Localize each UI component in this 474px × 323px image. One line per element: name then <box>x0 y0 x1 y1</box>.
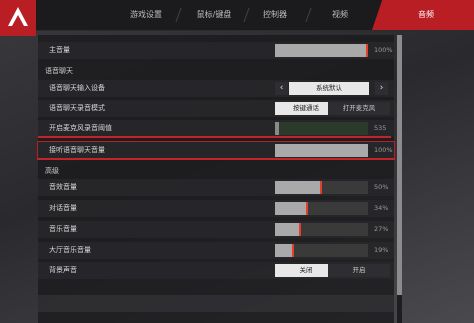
mic-threshold-slider[interactable] <box>275 122 368 135</box>
lobby-music-volume-value: 19% <box>374 246 389 254</box>
slider-fill <box>275 244 293 257</box>
background-audio-label: 背景声音 <box>49 266 77 274</box>
dialog-volume-row: 对话音量 34% <box>38 200 394 217</box>
voice-input-device-row: 语音聊天输入设备 ‹ 系统默认 › <box>38 80 394 97</box>
music-volume-value: 27% <box>374 225 389 233</box>
red-accent-line <box>38 136 391 138</box>
open-mic-button[interactable]: 打开麦克风 <box>328 102 390 115</box>
voice-input-device-label: 语音聊天输入设备 <box>49 84 105 92</box>
music-volume-row: 音乐音量 27% <box>38 221 394 238</box>
master-volume-label: 主音量 <box>49 46 70 54</box>
slider-fill <box>275 44 367 57</box>
slider-knob[interactable] <box>292 244 294 257</box>
section-advanced: 高级 <box>45 167 59 175</box>
master-volume-slider[interactable] <box>275 44 368 57</box>
app-logo <box>0 0 36 36</box>
faded-row <box>38 295 394 312</box>
prev-arrow-button[interactable]: ‹ <box>275 82 288 95</box>
slider-fill <box>275 223 300 236</box>
slider-fill <box>275 202 307 215</box>
slider-fill <box>275 122 279 135</box>
tab-mouse-keyboard[interactable]: 鼠标/键盘 <box>186 0 242 30</box>
dialog-volume-slider[interactable] <box>275 202 368 215</box>
slider-fill <box>275 144 368 157</box>
receive-volume-value: 100% <box>374 146 393 154</box>
sfx-volume-label: 音效音量 <box>49 183 77 191</box>
apex-logo-icon <box>8 7 28 26</box>
sfx-volume-slider[interactable] <box>275 181 368 194</box>
lobby-music-volume-label: 大厅音乐音量 <box>49 246 91 254</box>
sfx-volume-row: 音效音量 50% <box>38 179 394 196</box>
next-arrow-button[interactable]: › <box>375 82 388 95</box>
slider-knob[interactable] <box>320 181 322 194</box>
receive-volume-row: 接听语音聊天音量 100% <box>37 141 395 160</box>
mic-threshold-value: 535 <box>374 124 387 132</box>
tab-video[interactable]: 视频 <box>312 0 368 30</box>
lobby-music-volume-slider[interactable] <box>275 244 368 257</box>
receive-volume-slider[interactable] <box>275 144 368 157</box>
slider-knob[interactable] <box>366 44 368 57</box>
voice-record-mode-label: 语音聊天录音模式 <box>49 104 105 112</box>
sfx-volume-value: 50% <box>374 183 389 191</box>
dialog-volume-value: 34% <box>374 204 389 212</box>
scrollbar-thumb[interactable] <box>397 35 402 295</box>
background-audio-on-button[interactable]: 开启 <box>328 264 390 277</box>
mic-threshold-row: 开启麦克风录音阈值 535 <box>38 120 394 137</box>
slider-knob[interactable] <box>306 202 308 215</box>
background-audio-row: 背景声音 关闭 开启 <box>38 262 394 279</box>
tab-controller[interactable]: 控制器 <box>248 0 302 30</box>
music-volume-slider[interactable] <box>275 223 368 236</box>
tab-game-settings[interactable]: 游戏设置 <box>118 0 174 30</box>
mic-threshold-label: 开启麦克风录音阈值 <box>49 124 112 132</box>
receive-volume-label: 接听语音聊天音量 <box>49 146 105 154</box>
input-device-value: 系统默认 <box>289 82 369 95</box>
master-volume-row: 主音量 100% <box>38 42 394 59</box>
tab-audio[interactable]: 音频 <box>380 0 472 30</box>
master-volume-value: 100% <box>374 46 393 54</box>
red-accent-line <box>38 158 394 160</box>
music-volume-label: 音乐音量 <box>49 225 77 233</box>
slider-knob[interactable] <box>299 223 301 236</box>
section-voice-chat: 语音聊天 <box>45 67 73 75</box>
voice-record-mode-row: 语音聊天录音模式 按键通话 打开麦克风 <box>38 100 394 117</box>
dialog-volume-label: 对话音量 <box>49 204 77 212</box>
slider-fill <box>275 181 321 194</box>
lobby-music-volume-row: 大厅音乐音量 19% <box>38 242 394 259</box>
